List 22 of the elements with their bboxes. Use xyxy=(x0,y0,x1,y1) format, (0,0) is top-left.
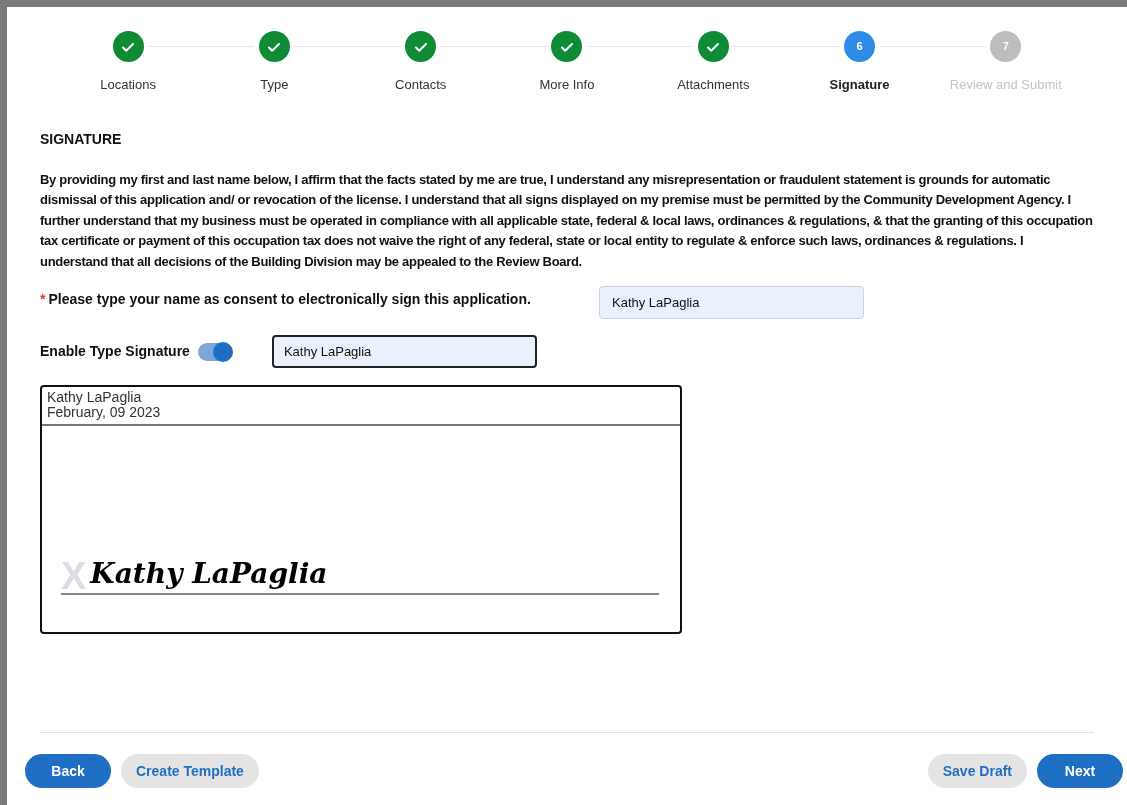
primary-button[interactable]: Next xyxy=(1037,754,1123,788)
step-label: Review and Submit xyxy=(949,76,1062,94)
signature-date: February, 09 2023 xyxy=(47,405,162,420)
section-title: SIGNATURE xyxy=(40,129,123,149)
typed-signature-field[interactable]: Kathy LaPaglia xyxy=(271,335,537,368)
step-label: Locations xyxy=(100,76,156,94)
step-label: Attachments xyxy=(677,76,750,94)
step-label: More Info xyxy=(539,76,595,94)
type-signature-toggle[interactable] xyxy=(197,342,232,361)
primary-button[interactable]: Back xyxy=(25,754,111,788)
secondary-button[interactable]: Save Draft xyxy=(927,754,1027,788)
step-label: Type xyxy=(260,76,289,94)
signer-name: Kathy LaPaglia xyxy=(47,390,143,405)
toggle-label: Enable Type Signature xyxy=(40,342,190,361)
statement-paragraph: By providing my first and last name below, I affirm that the facts stated by me are true, I understand any misrepresentation or fraudulent statement is grounds for automatic dismissal of this application and/ or revocation of the license. I understand that all signs displayed on my premise must be permitted by the Community Development Agency. I further understand that my business must be operated in compliance with all applicable state, federal & local laws, ordinances & regulations, & that the granting of this occupation tax certificate or payment of this occupation tax does not waive the right of any federal, state or local entity to regulate & enforce such laws, ordinances & regulations. I understand that all decisions of the Building Division may be appealed to the Review Board. xyxy=(40,170,1094,271)
step-label: Contacts xyxy=(395,76,447,94)
signature: Kathy LaPaglia xyxy=(90,557,328,591)
required-mark: * xyxy=(40,290,46,309)
consent-label: Please type your name as consent to electronically sign this application. xyxy=(48,290,531,309)
name-field[interactable]: Kathy LaPaglia xyxy=(599,286,864,319)
step-label: Signature xyxy=(829,76,890,94)
secondary-button[interactable]: Create Template xyxy=(121,754,259,788)
